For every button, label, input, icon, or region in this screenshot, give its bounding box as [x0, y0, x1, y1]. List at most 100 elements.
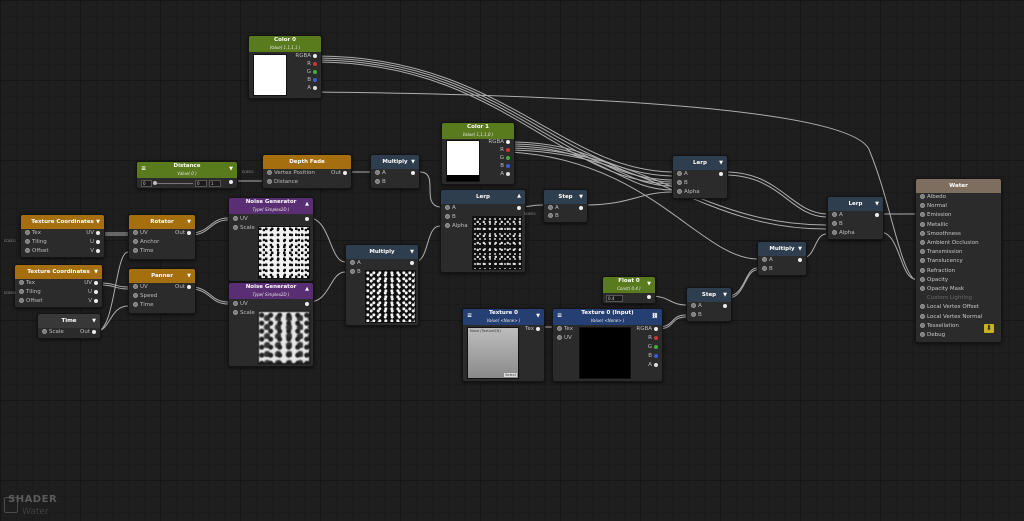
output-out[interactable]: Out	[175, 284, 193, 291]
output-out[interactable]: Out	[80, 329, 98, 336]
input-offset[interactable]: Offset	[23, 248, 49, 255]
input-socket-icon[interactable]	[920, 322, 925, 328]
node-header[interactable]: Lerp ▼	[673, 156, 727, 170]
output[interactable]	[303, 301, 311, 308]
input-uv[interactable]: UV	[131, 284, 148, 291]
menu-icon[interactable]: ≡	[467, 313, 472, 319]
input-socket-icon[interactable]	[920, 194, 925, 199]
output[interactable]	[409, 170, 417, 177]
texture-slot[interactable]: None (Texture2D) Select	[467, 327, 519, 379]
node-header[interactable]: Texture Coordinates ▼	[15, 265, 102, 279]
node-multiply-2[interactable]: Multiply ▼ A B	[345, 244, 419, 326]
output-r[interactable]: R	[307, 61, 319, 68]
node-header[interactable]: Time ▼	[38, 314, 100, 328]
water-input-opacity-mask[interactable]: Opacity Mask	[918, 286, 964, 293]
node-lerp-2[interactable]: Lerp ▲ A B Alpha	[440, 189, 526, 273]
input-socket-icon[interactable]	[920, 313, 925, 319]
node-step-1[interactable]: Step ▼ A B	[543, 189, 588, 223]
node-header[interactable]: Rotator ▼	[129, 215, 195, 229]
node-header[interactable]: Step ▼	[544, 190, 587, 204]
node-header[interactable]: ≡ Texture 0 Value( <None> ) ▼	[463, 309, 544, 325]
input-alpha[interactable]: Alpha	[443, 223, 468, 230]
node-float-0[interactable]: Float 0 Const( 0.4 ) ▼ 0.4	[602, 276, 656, 304]
input-a[interactable]: A	[675, 171, 688, 178]
node-header[interactable]: ≡ Distance Value( 0 ) ▼	[137, 162, 237, 178]
output-a[interactable]: A	[500, 171, 512, 178]
input-socket-icon[interactable]	[920, 249, 925, 255]
node-header[interactable]: Multiply ▼	[346, 245, 418, 259]
output[interactable]	[515, 205, 523, 212]
node-header[interactable]: Noise Generator Type( Simplex2D ) ▲	[229, 283, 313, 299]
input-b[interactable]: B	[675, 180, 688, 187]
chevron-down-icon[interactable]: ▼	[94, 270, 98, 275]
node-header[interactable]: ≡ Texture 0 (Input) Value( <None> ) ⛓	[553, 309, 662, 325]
node-noise-generator-1[interactable]: Noise Generator Type( Simplex2D ) ▲ UV S…	[228, 197, 314, 282]
water-input-normal[interactable]: Normal	[918, 203, 947, 210]
node-header[interactable]: Depth Fade	[263, 155, 351, 169]
input-socket-icon[interactable]	[920, 230, 925, 236]
chevron-down-icon[interactable]: ▼	[229, 167, 233, 172]
output-tex[interactable]: Tex	[525, 326, 542, 333]
input-socket-icon[interactable]	[920, 304, 925, 310]
node-lerp-3[interactable]: Lerp ▼ A B Alpha	[827, 196, 884, 240]
input-a[interactable]: A	[443, 205, 456, 212]
water-input-metallic[interactable]: Metallic	[918, 221, 948, 229]
chevron-down-icon[interactable]: ▼	[647, 282, 651, 287]
chevron-down-icon[interactable]: ▼	[536, 314, 540, 319]
save-icon[interactable]: ⬇	[984, 324, 994, 333]
chevron-down-icon[interactable]: ▼	[723, 293, 727, 298]
input-socket-icon[interactable]	[920, 332, 925, 337]
color-swatch[interactable]	[446, 140, 480, 182]
node-header[interactable]: Noise Generator Type( Simplex2D ) ▲	[229, 198, 313, 214]
input-socket-icon[interactable]	[920, 267, 925, 273]
node-distance[interactable]: ≡ Distance Value( 0 ) ▼ 0 0 1	[136, 161, 238, 189]
output-u[interactable]: U	[90, 239, 102, 246]
water-input-local-vertex-normal[interactable]: Local Vertex Normal	[918, 313, 982, 321]
water-input-translucency[interactable]: Translucency	[918, 258, 963, 265]
input-tiling[interactable]: Tiling	[23, 239, 47, 246]
input-uv[interactable]: UV	[231, 216, 248, 223]
input-socket-icon[interactable]	[920, 221, 925, 227]
output-rgba[interactable]: RGBA	[295, 53, 319, 60]
output-b[interactable]: B	[307, 77, 319, 84]
output-v[interactable]: V	[88, 298, 100, 305]
input-time[interactable]: Time	[131, 248, 153, 255]
output[interactable]	[796, 257, 804, 264]
node-color-0[interactable]: Color 0 Value( 1,1,1,1 ) RGBA R G B A	[248, 35, 322, 99]
input-scale[interactable]: Scale	[40, 329, 64, 336]
node-water-output[interactable]: Water Albedo Normal Emission Metallic Smooth…	[915, 178, 1002, 343]
input-b[interactable]: B	[443, 214, 456, 221]
input-b[interactable]: B	[830, 221, 843, 228]
output-b[interactable]: B	[648, 353, 660, 360]
water-input-opacity[interactable]: Opacity	[918, 276, 948, 284]
node-header[interactable]: Color 1 Value( 1,1,1,0 )	[442, 123, 514, 139]
node-texture-coordinates-2[interactable]: Texture Coordinates ▼ Tex Tiling Offset U…	[14, 264, 103, 308]
node-header[interactable]: Texture Coordinates ▼	[21, 215, 104, 229]
output-out[interactable]: Out	[175, 230, 193, 237]
input-b[interactable]: B	[689, 312, 702, 319]
output-uv[interactable]: UV	[84, 280, 100, 287]
distance-min-field[interactable]: 0	[141, 180, 152, 187]
output-g[interactable]: G	[307, 69, 319, 76]
input-alpha[interactable]: Alpha	[675, 189, 700, 196]
water-input-debug[interactable]: Debug	[918, 332, 945, 339]
chevron-down-icon[interactable]: ▼	[411, 160, 415, 165]
menu-icon[interactable]: ≡	[141, 166, 146, 172]
water-input-custom-lighting[interactable]: Custom Lighting	[918, 295, 972, 302]
slider-knob[interactable]	[153, 181, 157, 185]
input-speed[interactable]: Speed	[131, 293, 157, 300]
menu-icon[interactable]: ≡	[557, 313, 562, 319]
output-rgba[interactable]: RGBA	[636, 326, 660, 333]
input-anchor[interactable]: Anchor	[131, 239, 159, 246]
output-v[interactable]: V	[90, 248, 102, 255]
input-vertex-position[interactable]: Vertex Position	[265, 170, 315, 177]
water-input-refraction[interactable]: Refraction	[918, 267, 955, 275]
node-multiply-1[interactable]: Multiply ▼ A B	[370, 154, 420, 189]
output-a[interactable]: A	[307, 85, 319, 92]
node-header[interactable]: Color 0 Value( 1,1,1,1 )	[249, 36, 321, 52]
water-input-albedo[interactable]: Albedo	[918, 194, 946, 201]
input-tex[interactable]: Tex	[23, 230, 41, 237]
distance-slider[interactable]	[153, 183, 193, 184]
node-panner[interactable]: Panner ▼ UV Speed Time Out	[128, 268, 196, 314]
input-a[interactable]: A	[830, 212, 843, 219]
